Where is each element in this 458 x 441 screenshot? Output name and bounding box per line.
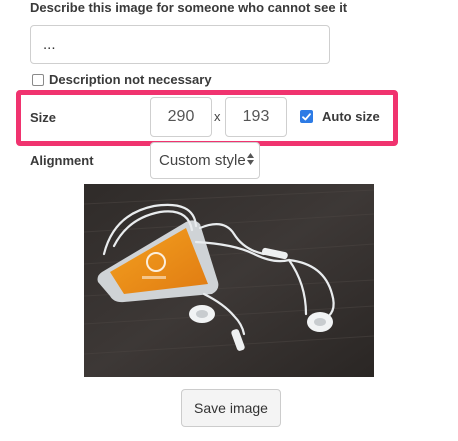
alignment-select[interactable]: Custom style (150, 142, 260, 179)
image-settings-panel: Describe this image for someone who cann… (0, 0, 458, 441)
description-input[interactable] (30, 25, 330, 64)
description-not-necessary-checkbox[interactable]: Description not necessary (32, 72, 212, 87)
alignment-label: Alignment (30, 153, 94, 168)
select-arrows-icon (247, 153, 254, 165)
auto-size-checkbox[interactable]: Auto size (300, 109, 380, 124)
description-not-necessary-label: Description not necessary (49, 72, 212, 87)
size-label: Size (30, 110, 57, 125)
auto-size-label: Auto size (322, 109, 380, 124)
checkmark-icon[interactable] (300, 110, 313, 123)
size-separator: x (214, 109, 221, 124)
save-image-button[interactable]: Save image (181, 389, 281, 427)
earphones-smartphone-photo-icon (84, 184, 374, 377)
preview-image (84, 184, 374, 377)
height-input[interactable] (225, 97, 287, 137)
description-label: Describe this image for someone who cann… (30, 0, 348, 15)
width-input[interactable] (150, 97, 212, 137)
alignment-selected-value: Custom style (159, 152, 246, 169)
checkbox-unchecked-icon[interactable] (32, 73, 44, 86)
